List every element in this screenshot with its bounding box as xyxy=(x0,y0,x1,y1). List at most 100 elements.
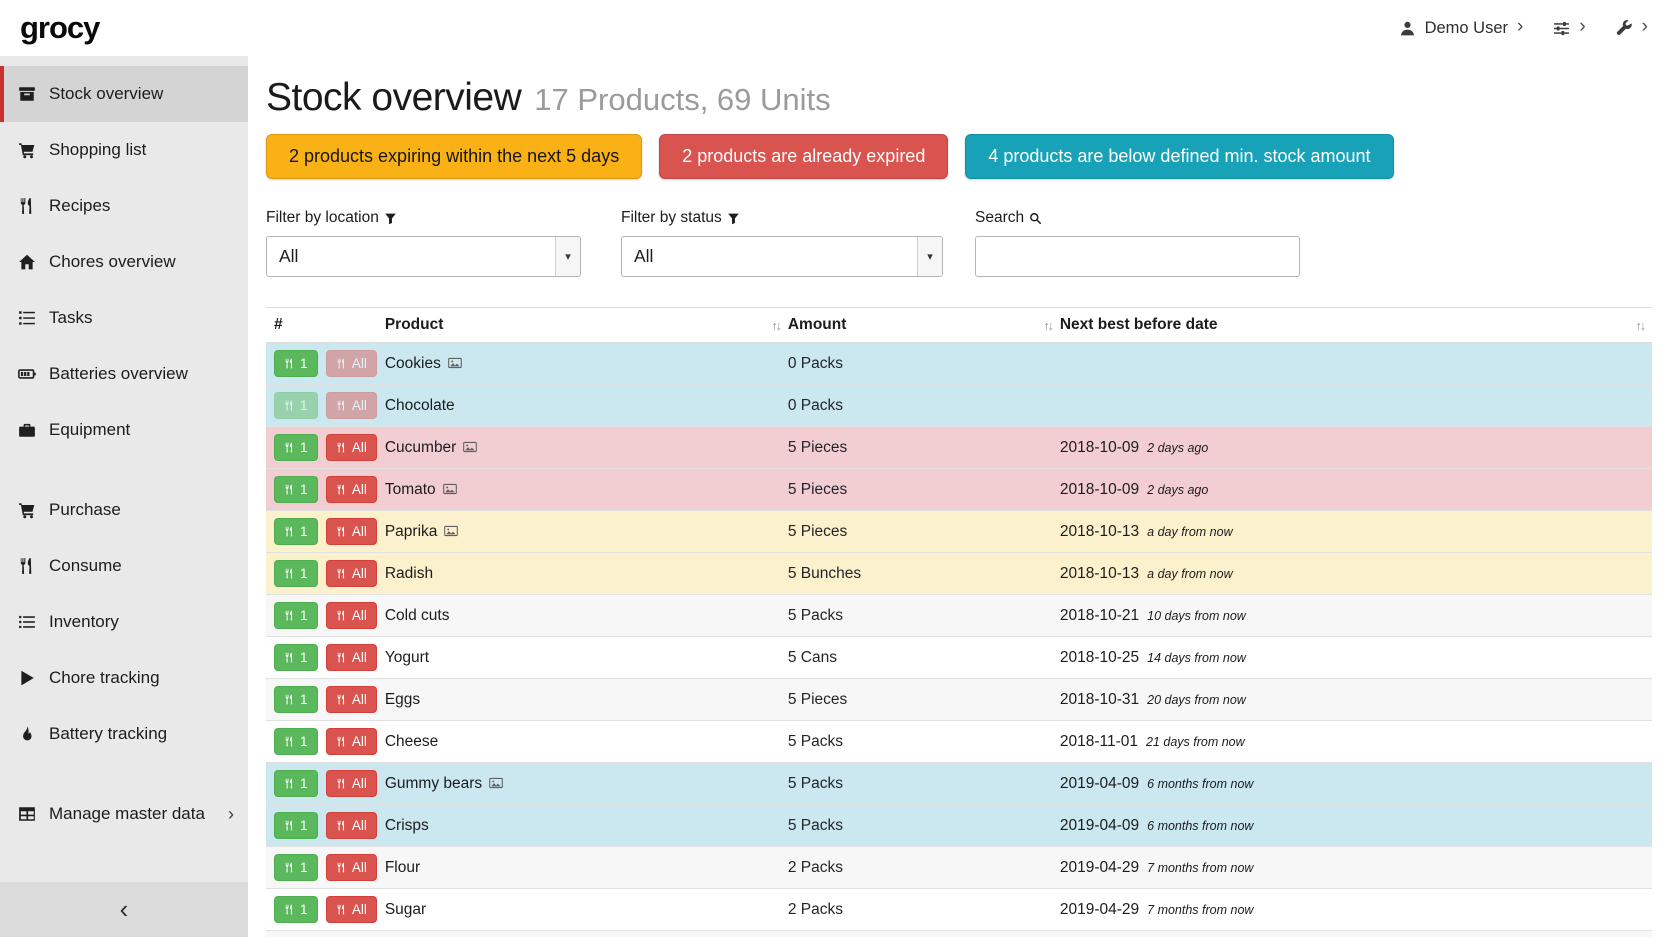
sidebar: Stock overview Shopping list Recipes Cho… xyxy=(0,56,248,937)
consume-one-button[interactable]: 1 xyxy=(274,854,318,881)
product-name[interactable]: Radish xyxy=(385,565,433,582)
admin-menu[interactable]: › xyxy=(1616,17,1648,39)
image-icon xyxy=(448,356,462,370)
chevron-right-icon: › xyxy=(1579,17,1585,39)
product-name[interactable]: Tomato xyxy=(385,481,436,498)
sort-icon[interactable]: ↑↓ xyxy=(771,319,780,333)
consume-all-button[interactable]: All xyxy=(326,476,377,503)
alert-danger-button[interactable]: 2 products are already expired xyxy=(659,134,948,179)
consume-all-button[interactable]: All xyxy=(326,350,377,377)
table-row: 1 All Paprika 5 Pieces 2018-10-13a day f… xyxy=(266,511,1652,553)
user-menu[interactable]: Demo User › xyxy=(1399,17,1524,39)
column-header-product[interactable]: Product↑↓ xyxy=(385,308,788,343)
consume-all-button[interactable]: All xyxy=(326,518,377,545)
table-header-row: # Product↑↓ Amount↑↓ Next best before da… xyxy=(266,308,1652,343)
consume-one-button[interactable]: 1 xyxy=(274,728,318,755)
consume-all-label: All xyxy=(352,482,367,497)
sidebar-item-shopping-list[interactable]: Shopping list xyxy=(0,122,248,178)
location-filter-select[interactable]: All ▾ xyxy=(266,236,581,277)
column-header-amount[interactable]: Amount↑↓ xyxy=(788,308,1060,343)
consume-all-label: All xyxy=(352,818,367,833)
consume-one-button[interactable]: 1 xyxy=(274,686,318,713)
consume-one-button[interactable]: 1 xyxy=(274,434,318,461)
consume-one-button[interactable]: 1 xyxy=(274,476,318,503)
consume-one-button[interactable]: 1 xyxy=(274,770,318,797)
sidebar-item-chores-overview[interactable]: Chores overview xyxy=(0,234,248,290)
column-header-best-before-date[interactable]: Next best before date↑↓ xyxy=(1060,308,1652,343)
sidebar-item-recipes[interactable]: Recipes xyxy=(0,178,248,234)
consume-all-button[interactable]: All xyxy=(326,812,377,839)
product-name[interactable]: Paprika xyxy=(385,523,438,540)
best-before-date: 2018-11-01 xyxy=(1060,733,1138,750)
table-row: 1 All Cold cuts 5 Packs 2018-10-2110 day… xyxy=(266,595,1652,637)
product-name[interactable]: Cucumber xyxy=(385,439,457,456)
search-input[interactable] xyxy=(975,236,1300,277)
consume-one-button[interactable]: 1 xyxy=(274,392,318,419)
alert-warning-button[interactable]: 2 products expiring within the next 5 da… xyxy=(266,134,642,179)
consume-all-button[interactable]: All xyxy=(326,434,377,461)
table-row: 1 All Chocolate 0 Packs xyxy=(266,385,1652,427)
product-name[interactable]: Sugar xyxy=(385,901,426,918)
status-filter-select[interactable]: All ▾ xyxy=(621,236,943,277)
consume-all-button[interactable]: All xyxy=(326,602,377,629)
sidebar-item-inventory[interactable]: Inventory xyxy=(0,594,248,650)
search-icon xyxy=(1029,212,1042,225)
sidebar-item-batteries-overview[interactable]: Batteries overview xyxy=(0,346,248,402)
consume-all-button[interactable]: All xyxy=(326,644,377,671)
consume-one-button[interactable]: 1 xyxy=(274,350,318,377)
consume-one-button[interactable]: 1 xyxy=(274,560,318,587)
product-name[interactable]: Gummy bears xyxy=(385,775,482,792)
utensils-icon xyxy=(284,778,295,789)
sidebar-item-stock-overview[interactable]: Stock overview xyxy=(0,66,248,122)
sort-icon[interactable]: ↑↓ xyxy=(1636,319,1645,333)
sidebar-item-manage-master-data[interactable]: Manage master data › xyxy=(0,786,248,842)
sort-icon[interactable]: ↑↓ xyxy=(1043,319,1052,333)
app-logo[interactable]: grocy xyxy=(20,10,99,46)
utensils-icon xyxy=(18,197,36,215)
sidebar-item-label: Equipment xyxy=(49,420,234,440)
consume-all-label: All xyxy=(352,734,367,749)
product-name[interactable]: Cookies xyxy=(385,355,441,372)
consume-one-button[interactable]: 1 xyxy=(274,644,318,671)
product-name[interactable]: Eggs xyxy=(385,691,420,708)
sidebar-item-purchase[interactable]: Purchase xyxy=(0,482,248,538)
play-icon xyxy=(18,669,36,687)
consume-all-button[interactable]: All xyxy=(326,392,377,419)
consume-all-label: All xyxy=(352,776,367,791)
top-bar: grocy Demo User › › › xyxy=(0,0,1668,56)
product-amount: 5 Pieces xyxy=(788,469,1060,511)
image-icon xyxy=(443,482,457,496)
consume-all-button[interactable]: All xyxy=(326,770,377,797)
briefcase-icon xyxy=(18,421,36,439)
consume-one-button[interactable]: 1 xyxy=(274,602,318,629)
sidebar-collapse-button[interactable]: ‹ xyxy=(0,882,248,937)
settings-menu[interactable]: › xyxy=(1553,17,1585,39)
product-name[interactable]: Yogurt xyxy=(385,649,429,666)
product-name[interactable]: Flour xyxy=(385,859,420,876)
consume-one-button[interactable]: 1 xyxy=(274,518,318,545)
chevron-right-icon: › xyxy=(1642,17,1648,39)
consume-all-button[interactable]: All xyxy=(326,896,377,923)
table-row: 1 All Cookies 0 Packs xyxy=(266,343,1652,385)
product-name[interactable]: Cold cuts xyxy=(385,607,450,624)
consume-all-button[interactable]: All xyxy=(326,686,377,713)
alert-info-button[interactable]: 4 products are below defined min. stock … xyxy=(965,134,1393,179)
sidebar-item-consume[interactable]: Consume xyxy=(0,538,248,594)
utensils-icon xyxy=(284,442,295,453)
consume-all-button[interactable]: All xyxy=(326,854,377,881)
product-name[interactable]: Cheese xyxy=(385,733,438,750)
row-actions: 1 All xyxy=(266,721,385,763)
row-actions: 1 All xyxy=(266,511,385,553)
consume-all-button[interactable]: All xyxy=(326,728,377,755)
sidebar-item-equipment[interactable]: Equipment xyxy=(0,402,248,458)
sidebar-item-battery-tracking[interactable]: Battery tracking xyxy=(0,706,248,762)
product-name[interactable]: Crisps xyxy=(385,817,429,834)
search-filter: Search xyxy=(975,209,1300,277)
consume-one-button[interactable]: 1 xyxy=(274,896,318,923)
product-name[interactable]: Chocolate xyxy=(385,397,455,414)
consume-one-button[interactable]: 1 xyxy=(274,812,318,839)
sidebar-item-chore-tracking[interactable]: Chore tracking xyxy=(0,650,248,706)
consume-one-label: 1 xyxy=(300,440,308,455)
consume-all-button[interactable]: All xyxy=(326,560,377,587)
sidebar-item-tasks[interactable]: Tasks xyxy=(0,290,248,346)
